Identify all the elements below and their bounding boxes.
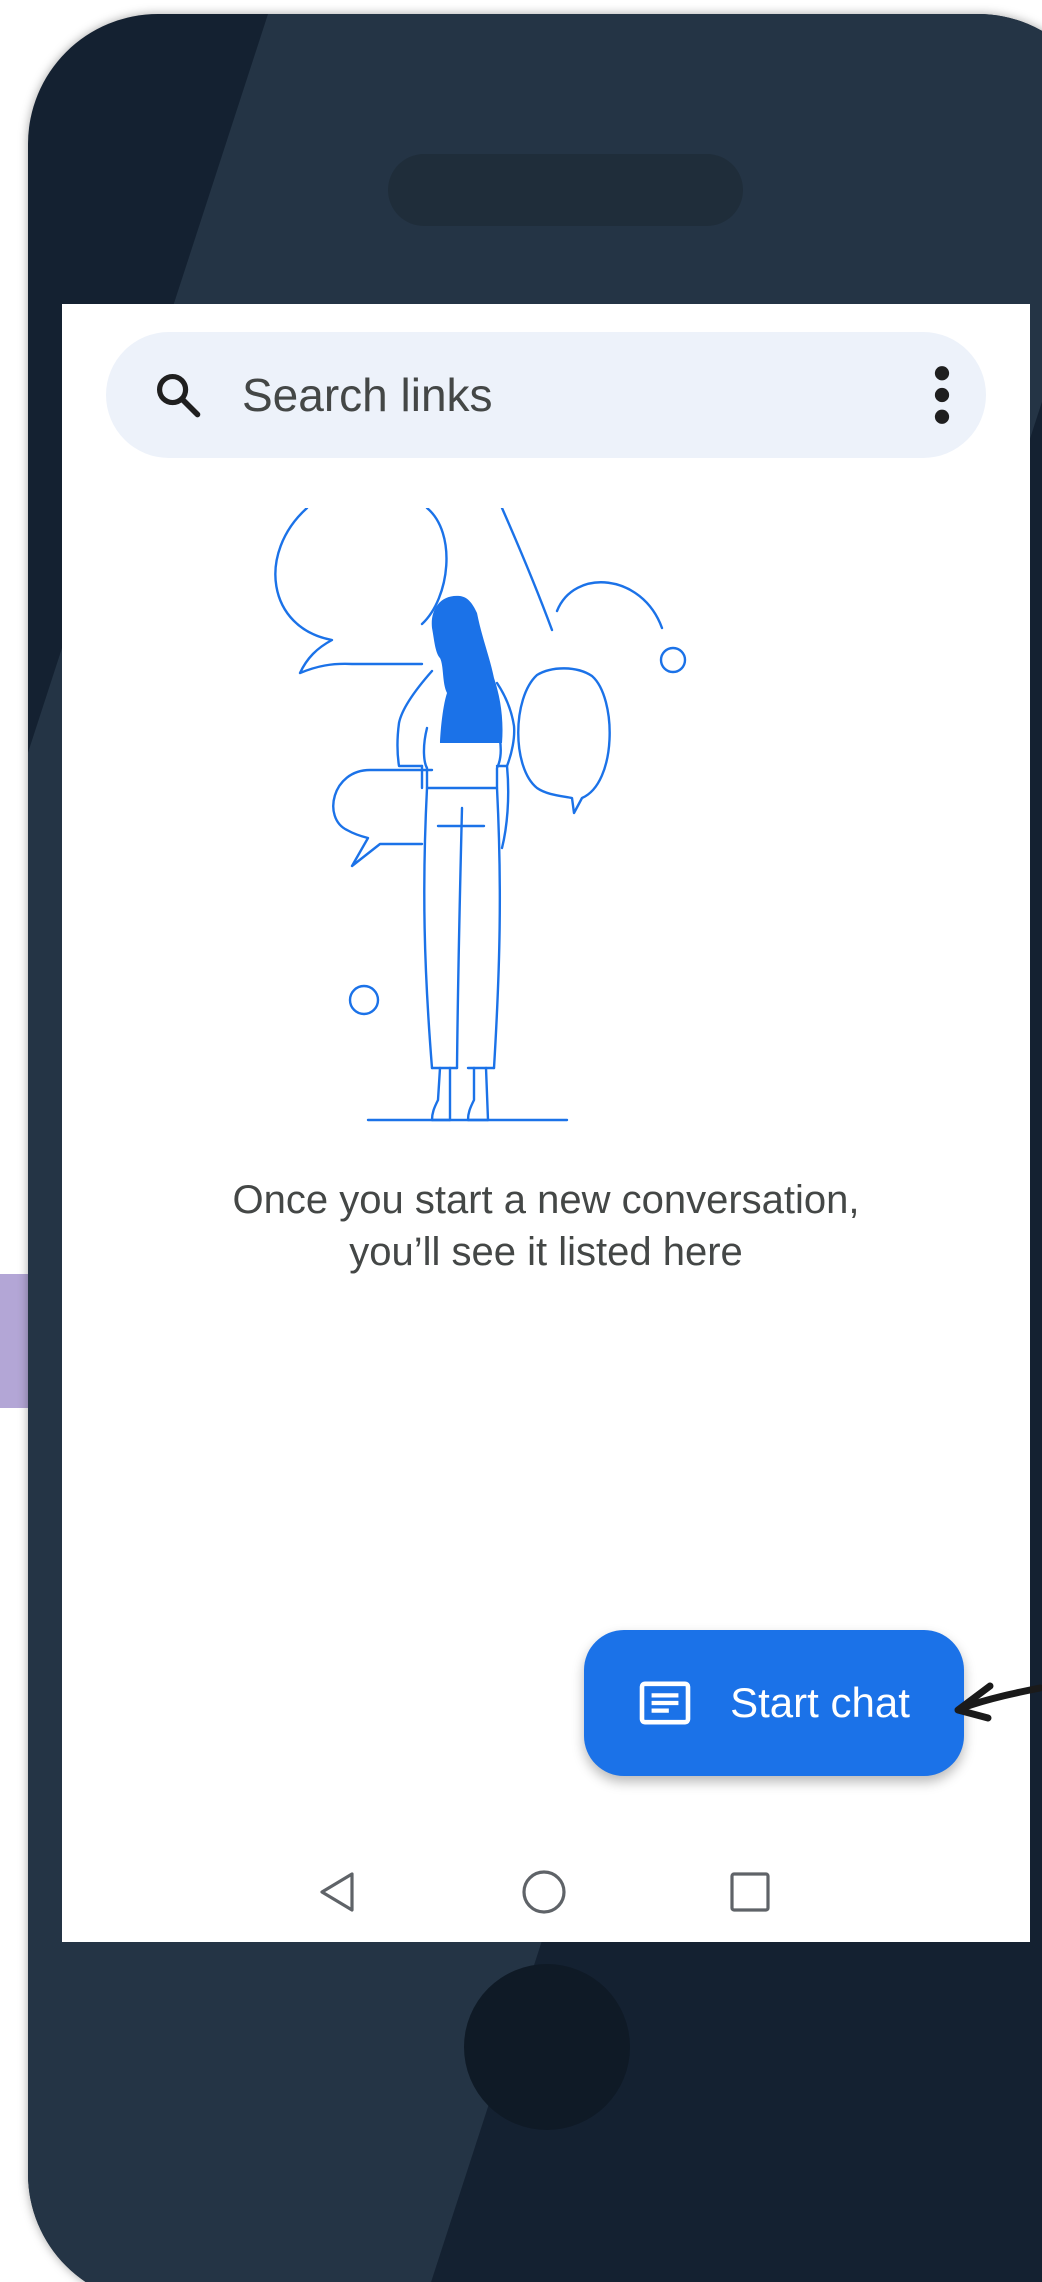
start-chat-button[interactable]: Start chat	[584, 1630, 964, 1776]
empty-state-message: Once you start a new conversation, you’l…	[232, 1178, 860, 1274]
search-input[interactable]	[242, 370, 842, 420]
search-icon[interactable]	[152, 369, 204, 421]
circle-home-icon[interactable]	[520, 1868, 568, 1916]
phone-screen: Once you start a new conversation, you’l…	[62, 304, 1030, 1942]
more-vertical-icon[interactable]	[926, 365, 958, 425]
empty-state-illustration	[274, 508, 687, 1122]
pointer-arrow-annotation	[954, 1682, 1042, 1722]
side-tab	[0, 1274, 30, 1408]
home-hardware-button[interactable]	[464, 1964, 630, 2130]
speaker-grille	[388, 154, 743, 226]
canvas: Once you start a new conversation, you’l…	[0, 0, 1042, 2282]
square-recents-icon[interactable]	[726, 1868, 774, 1916]
message-icon	[639, 1681, 691, 1725]
start-chat-label: Start chat	[730, 1679, 910, 1726]
triangle-back-icon[interactable]	[314, 1868, 362, 1916]
search-bar[interactable]	[106, 332, 986, 458]
